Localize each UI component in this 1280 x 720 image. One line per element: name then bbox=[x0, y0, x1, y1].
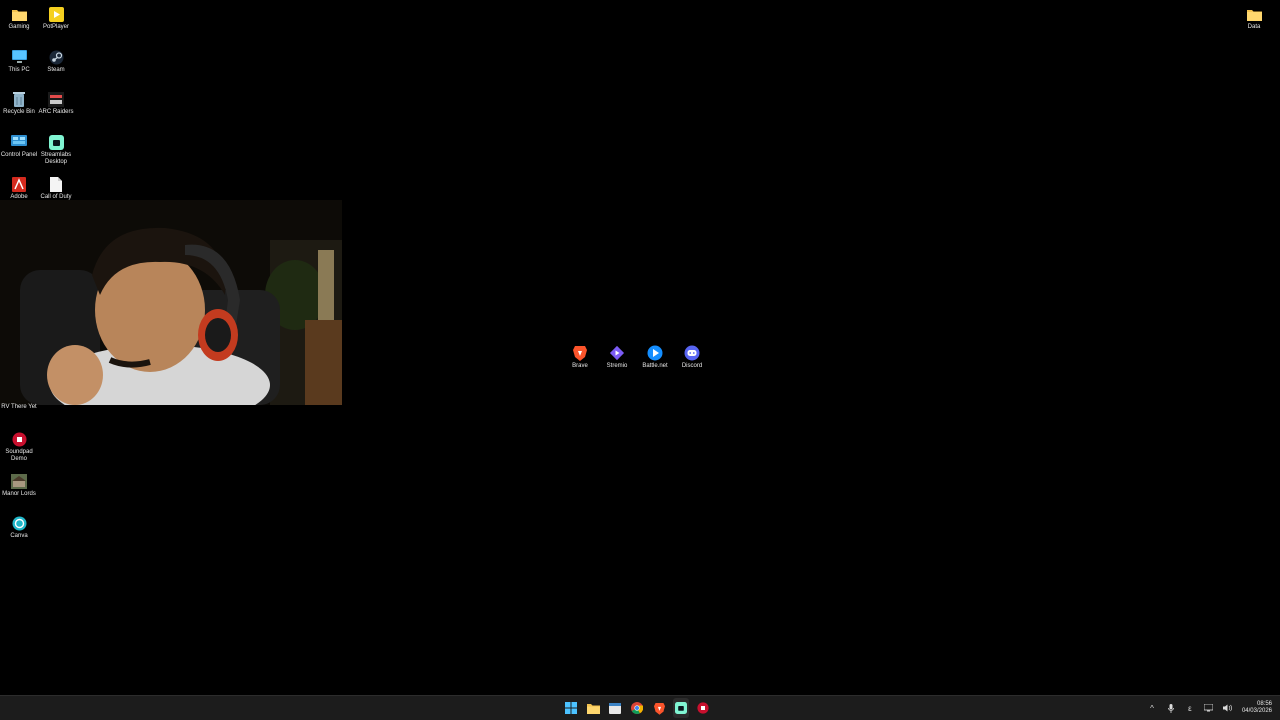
clock-date: 04/03/2026 bbox=[1241, 708, 1272, 714]
show-hidden-icons-button[interactable]: ^ bbox=[1147, 703, 1157, 713]
taskbar: ^ ε 08:56 04/03/2026 bbox=[0, 695, 1280, 720]
desktop-icon-recycle-bin[interactable]: Recycle Bin bbox=[0, 87, 38, 116]
desktop: Gaming This PC Recycle Bin Control Panel… bbox=[0, 0, 1280, 696]
computer-icon bbox=[11, 49, 27, 65]
clock-time: 08:56 bbox=[1256, 701, 1272, 707]
folder-icon bbox=[11, 6, 27, 22]
desktop-icon-battlenet[interactable]: Battle.net bbox=[636, 341, 674, 370]
brave-icon bbox=[572, 345, 588, 361]
taskbar-clock[interactable]: 08:56 04/03/2026 bbox=[1242, 701, 1272, 715]
canva-icon bbox=[11, 515, 27, 531]
folder-icon bbox=[1246, 6, 1262, 22]
adobe-icon bbox=[11, 176, 27, 192]
taskbar-file-explorer[interactable] bbox=[585, 698, 601, 718]
desktop-icon-control-panel[interactable]: Control Panel bbox=[0, 130, 38, 159]
desktop-icon-manor-lords[interactable]: Manor Lords bbox=[0, 469, 38, 498]
volume-icon[interactable] bbox=[1223, 703, 1233, 713]
arc-raiders-icon bbox=[48, 91, 64, 107]
brave-icon bbox=[653, 702, 665, 715]
streamlabs-icon bbox=[675, 702, 687, 714]
desktop-icon-call-of-duty[interactable]: Call of Duty bbox=[37, 172, 75, 201]
recycle-bin-icon bbox=[11, 91, 27, 107]
manor-lords-icon bbox=[11, 473, 27, 489]
desktop-icon-arc-raiders[interactable]: ARC Raiders bbox=[37, 87, 75, 116]
chrome-icon bbox=[631, 702, 643, 714]
start-button[interactable] bbox=[563, 698, 579, 718]
taskbar-brave[interactable] bbox=[651, 698, 667, 718]
desktop-icon-stremio[interactable]: Stremio bbox=[598, 341, 636, 370]
desktop-icon-steam[interactable]: Steam bbox=[37, 45, 75, 74]
stremio-icon bbox=[609, 345, 625, 361]
system-tray: ^ ε 08:56 04/03/2026 bbox=[1147, 696, 1272, 720]
webcam-overlay bbox=[0, 200, 342, 405]
steam-icon bbox=[48, 49, 64, 65]
taskbar-streamlabs[interactable] bbox=[673, 698, 689, 718]
battlenet-icon bbox=[647, 345, 663, 361]
desktop-icon-streamlabs[interactable]: Streamlabs Desktop bbox=[37, 130, 75, 166]
discord-icon bbox=[684, 345, 700, 361]
desktop-icon-gaming[interactable]: Gaming bbox=[0, 2, 38, 31]
input-language-indicator[interactable]: ε bbox=[1185, 703, 1195, 713]
desktop-icon-canva[interactable]: Canva bbox=[0, 511, 38, 540]
network-icon[interactable] bbox=[1204, 703, 1214, 713]
desktop-icon-adobe[interactable]: Adobe bbox=[0, 172, 38, 201]
desktop-icon-brave[interactable]: Brave bbox=[561, 341, 599, 370]
streamlabs-icon bbox=[48, 134, 64, 150]
file-explorer-icon bbox=[586, 703, 600, 714]
soundpad-icon bbox=[11, 431, 27, 447]
start-icon bbox=[565, 702, 577, 714]
potplayer-icon bbox=[48, 6, 64, 22]
desktop-icon-potplayer[interactable]: PotPlayer bbox=[37, 2, 75, 31]
microphone-icon[interactable] bbox=[1166, 703, 1176, 713]
taskbar-chrome[interactable] bbox=[629, 698, 645, 718]
chevron-up-icon: ^ bbox=[1150, 703, 1154, 713]
desktop-icon-this-pc[interactable]: This PC bbox=[0, 45, 38, 74]
desktop-icon-data[interactable]: Data bbox=[1235, 2, 1273, 31]
webcam-feed-image bbox=[0, 200, 342, 405]
desktop-icon-rv-there-yet[interactable]: RV There Yet bbox=[0, 394, 38, 411]
taskbar-calendar-app[interactable] bbox=[607, 698, 623, 718]
desktop-icon-soundpad[interactable]: Soundpad Demo bbox=[0, 427, 38, 463]
soundpad-icon bbox=[697, 702, 709, 714]
control-panel-icon bbox=[11, 134, 27, 150]
calendar-app-icon bbox=[609, 703, 621, 714]
desktop-icon-discord[interactable]: Discord bbox=[673, 341, 711, 370]
taskbar-soundpad[interactable] bbox=[695, 698, 711, 718]
file-icon bbox=[48, 176, 64, 192]
taskbar-apps bbox=[563, 698, 711, 718]
